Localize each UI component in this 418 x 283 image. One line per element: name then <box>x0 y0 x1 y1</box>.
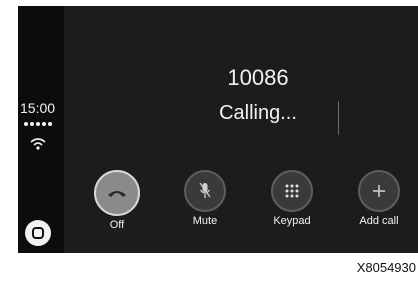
home-button[interactable] <box>25 220 51 246</box>
keypad-button[interactable]: Keypad <box>267 170 317 227</box>
add-call-label: Add call <box>359 215 399 227</box>
keypad-icon <box>285 184 299 198</box>
add-call-button[interactable]: Add call <box>354 170 404 227</box>
clock: 15:00 <box>20 100 56 116</box>
hang-up-icon <box>108 191 126 197</box>
microphone-icon <box>199 182 211 198</box>
carplay-screen: 15:00 10086 Calling... Off Mute Keypad A… <box>18 6 418 253</box>
figure-code: X8054930 <box>356 260 416 275</box>
mute-label: Mute <box>192 215 218 227</box>
wifi-icon <box>30 138 46 150</box>
divider <box>338 101 339 135</box>
mute-button[interactable]: Mute <box>180 170 230 227</box>
home-icon <box>32 227 44 239</box>
plus-icon <box>373 185 385 197</box>
end-call-label: Off <box>109 219 125 231</box>
signal-strength-icon <box>24 122 52 126</box>
end-call-button[interactable]: Off <box>92 170 142 231</box>
sidebar: 15:00 <box>18 6 64 253</box>
keypad-label: Keypad <box>273 215 311 227</box>
call-status: Calling... <box>219 102 297 124</box>
phone-number: 10086 <box>227 65 289 90</box>
